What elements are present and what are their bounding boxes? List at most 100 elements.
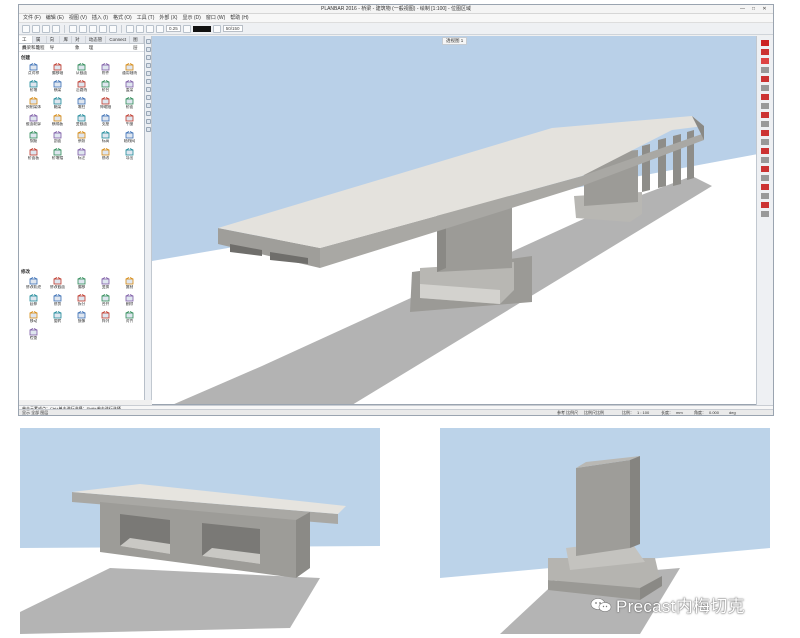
scale-field[interactable]: 50/150	[222, 25, 243, 32]
parallel-icon[interactable]	[761, 130, 769, 136]
tool-button[interactable]: 对齐	[118, 310, 141, 324]
tool-button[interactable]: 牛腿	[118, 113, 141, 127]
tool-button[interactable]: 移动	[22, 310, 45, 324]
redo-icon[interactable]	[79, 24, 87, 33]
tab-objects[interactable]: 对象	[72, 36, 86, 50]
strip-button-icon[interactable]	[146, 79, 151, 84]
tab-tools[interactable]: 工具	[19, 36, 33, 50]
tool-button[interactable]: 拆分	[70, 293, 93, 307]
cut-icon[interactable]	[89, 24, 97, 33]
tool-button[interactable]: 参照	[70, 130, 93, 144]
tab-properties[interactable]: 属性	[33, 36, 47, 50]
tool-button[interactable]: 标注	[70, 147, 93, 161]
tool-button[interactable]: 附件	[94, 62, 117, 76]
tool-button[interactable]: 从截面	[70, 62, 93, 76]
tool-button[interactable]: 修改	[94, 147, 117, 161]
strip-button-icon[interactable]	[146, 95, 151, 100]
pan-icon[interactable]	[136, 24, 144, 33]
tool-button[interactable]: 钢筋	[22, 130, 45, 144]
strip-button-icon[interactable]	[146, 119, 151, 124]
tab-connect[interactable]: Connect	[106, 36, 131, 43]
point-icon[interactable]	[761, 58, 769, 64]
menu-external[interactable]: 外部 (X)	[159, 14, 177, 22]
tool-button[interactable]: 标高	[94, 130, 117, 144]
status-length-unit[interactable]: mm	[676, 410, 683, 416]
tangent-icon[interactable]	[761, 112, 769, 118]
tool-button[interactable]: 阵列	[94, 310, 117, 324]
minimize-icon[interactable]: —	[738, 6, 747, 12]
zoom-icon[interactable]	[126, 24, 134, 33]
tool-button[interactable]: 延伸	[22, 293, 45, 307]
copy-icon[interactable]	[99, 24, 107, 33]
layer-icon[interactable]	[146, 24, 154, 33]
undo-icon[interactable]	[69, 24, 77, 33]
tool-button[interactable]: 箱梁	[46, 96, 69, 110]
line-style-icon[interactable]	[212, 24, 221, 33]
strip-button-icon[interactable]	[146, 55, 151, 60]
line-type-icon[interactable]	[182, 24, 191, 33]
tool-button[interactable]: 修改截面	[46, 276, 69, 290]
tab-dynamic[interactable]: 动态管理	[86, 36, 107, 50]
strip-button-icon[interactable]	[146, 39, 151, 44]
tool-button[interactable]: 轴线网	[118, 130, 141, 144]
strip-button-icon[interactable]	[146, 71, 151, 76]
tool-button[interactable]: 剖面	[46, 130, 69, 144]
tool-button[interactable]: 合并	[94, 293, 117, 307]
strip-button-icon[interactable]	[146, 63, 151, 68]
perpendicular-icon[interactable]	[761, 103, 769, 109]
paste-icon[interactable]	[109, 24, 117, 33]
tool-button[interactable]: 墩柱	[70, 96, 93, 110]
tool-button[interactable]: 桥面板	[22, 147, 45, 161]
close-icon[interactable]: ✕	[760, 6, 769, 12]
tool-button[interactable]: 检查	[22, 327, 45, 341]
palette-subtitle[interactable]: 桥梁和工程	[19, 44, 144, 52]
tool-button[interactable]: 变截面	[70, 113, 93, 127]
strip-button-icon[interactable]	[146, 111, 151, 116]
arc-icon[interactable]	[761, 148, 769, 154]
draw-line-icon[interactable]	[761, 49, 769, 55]
view-tab[interactable]: 透视图 1	[442, 37, 468, 45]
angle-icon[interactable]	[761, 76, 769, 82]
coordinate-icon[interactable]	[761, 193, 769, 199]
tool-button[interactable]: 偏移轴	[46, 62, 69, 76]
lock-icon[interactable]	[761, 202, 769, 208]
tool-button[interactable]: 桥面	[118, 96, 141, 110]
delta-icon[interactable]	[761, 175, 769, 181]
status-angle-value[interactable]: 0.000	[709, 410, 719, 416]
menu-insert[interactable]: 插入 (I)	[92, 14, 108, 22]
new-file-icon[interactable]	[22, 24, 30, 33]
strip-button-icon[interactable]	[146, 47, 151, 52]
save-icon[interactable]	[42, 24, 50, 33]
tool-button[interactable]: 删除	[118, 293, 141, 307]
tool-button[interactable]: 预制梁体	[22, 96, 45, 110]
status-scale-value[interactable]: 1 : 100	[637, 410, 649, 416]
menu-help[interactable]: 帮助 (H)	[230, 14, 248, 22]
tool-button[interactable]: 桥墩	[22, 79, 45, 93]
menu-view[interactable]: 视图 (V)	[69, 14, 87, 22]
tool-button[interactable]: 横隔板	[46, 113, 69, 127]
pen-thickness-field[interactable]: 0.25	[166, 25, 181, 32]
tab-layers[interactable]: 图层	[130, 36, 144, 50]
menu-display[interactable]: 显示 (D)	[182, 14, 200, 22]
tab-wizard[interactable]: 向导	[47, 36, 61, 50]
polar-icon[interactable]	[761, 184, 769, 190]
pen-icon[interactable]	[156, 24, 164, 33]
strip-button-icon[interactable]	[146, 87, 151, 92]
tab-library[interactable]: 库	[60, 36, 72, 43]
tool-button[interactable]: 通用轴线	[118, 62, 141, 76]
grid-icon[interactable]	[761, 67, 769, 73]
tool-button[interactable]: 复制	[118, 276, 141, 290]
tool-button[interactable]: 变换	[94, 276, 117, 290]
menu-window[interactable]: 窗口 (W)	[206, 14, 225, 22]
3d-viewport[interactable]: 透视图 1	[152, 36, 758, 405]
tool-button[interactable]: 导出	[118, 147, 141, 161]
tool-button[interactable]: 沿路线	[70, 79, 93, 93]
maximize-icon[interactable]: □	[749, 6, 758, 12]
tool-button[interactable]: 修剪	[46, 293, 69, 307]
extension-icon[interactable]	[761, 121, 769, 127]
tool-button[interactable]: 偏移	[70, 276, 93, 290]
tool-button[interactable]: 伸缩缝	[94, 96, 117, 110]
midpoint-icon[interactable]	[761, 85, 769, 91]
offset-icon[interactable]	[761, 157, 769, 163]
tool-button[interactable]: 支座	[94, 113, 117, 127]
